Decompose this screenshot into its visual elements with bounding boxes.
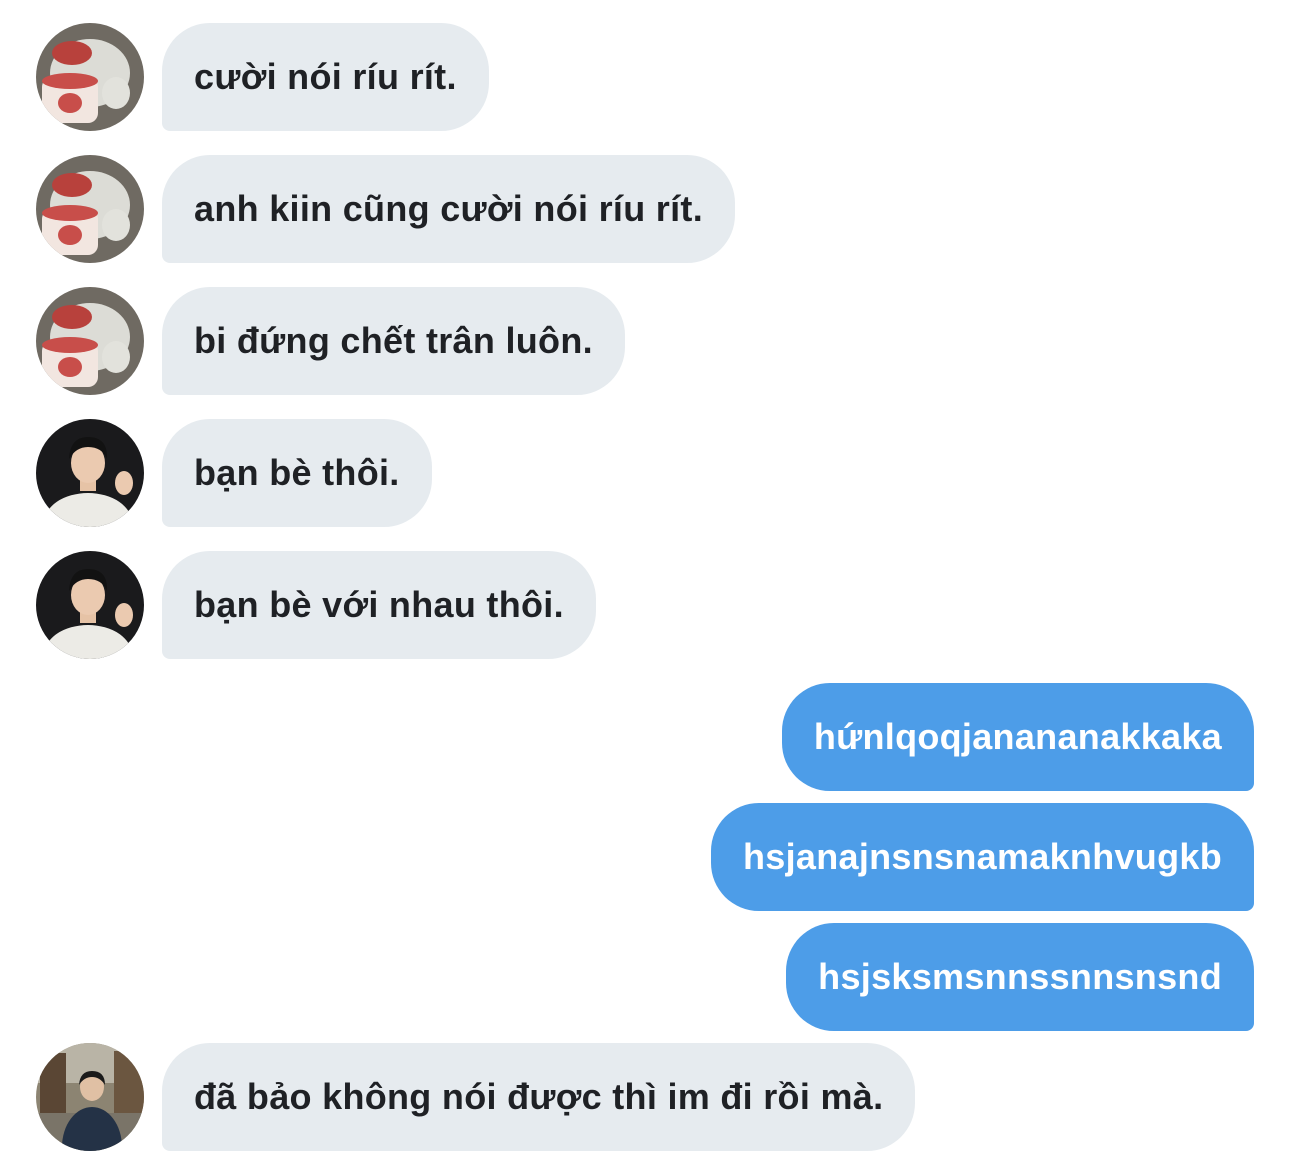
message-text: bạn bè với nhau thôi. [194,584,564,625]
man-white-shirt-avatar[interactable] [36,551,144,659]
message-bubble[interactable]: cười nói ríu rít. [162,23,489,131]
message-text: đã bảo không nói được thì im đi rồi mà. [194,1076,884,1117]
man-street-avatar[interactable] [36,1043,144,1151]
chat-thread: cười nói ríu rít. anh kiin cũng cười nói… [0,0,1290,1158]
message-text: hsjsksmsnnssnnsnsnd [818,956,1222,997]
message-bubble[interactable]: hứnlqoqjanananakkaka [781,683,1254,791]
bear-avatar[interactable] [36,23,144,131]
message-text: hứnlqoqjanananakkaka [813,716,1222,757]
message-text: bi đứng chết trân luôn. [194,320,593,361]
message-bubble[interactable]: bạn bè thôi. [162,419,432,527]
message-row: anh kiin cũng cười nói ríu rít. [0,155,1290,263]
message-text: anh kiin cũng cười nói ríu rít. [194,188,703,229]
message-row: hứnlqoqjanananakkaka [0,683,1290,791]
message-bubble[interactable]: anh kiin cũng cười nói ríu rít. [162,155,735,263]
message-text: hsjanajnsnsnamaknhvugkb [742,836,1222,877]
bear-avatar[interactable] [36,287,144,395]
message-row: bạn bè với nhau thôi. [0,551,1290,659]
message-row: bi đứng chết trân luôn. [0,287,1290,395]
message-bubble[interactable]: hsjanajnsnsnamaknhvugkb [710,803,1254,911]
message-text: cười nói ríu rít. [194,56,457,97]
message-bubble[interactable]: bi đứng chết trân luôn. [162,287,625,395]
bear-avatar[interactable] [36,155,144,263]
man-white-shirt-avatar[interactable] [36,419,144,527]
message-row: hsjanajnsnsnamaknhvugkb [0,803,1290,911]
message-row: cười nói ríu rít. [0,23,1290,131]
message-bubble[interactable]: bạn bè với nhau thôi. [162,551,596,659]
message-text: bạn bè thôi. [194,452,400,493]
message-row: bạn bè thôi. [0,419,1290,527]
message-bubble[interactable]: hsjsksmsnnssnnsnsnd [786,923,1254,1031]
message-row: hsjsksmsnnssnnsnsnd [0,923,1290,1031]
message-bubble[interactable]: đã bảo không nói được thì im đi rồi mà. [162,1043,916,1151]
message-row: đã bảo không nói được thì im đi rồi mà. [0,1043,1290,1151]
